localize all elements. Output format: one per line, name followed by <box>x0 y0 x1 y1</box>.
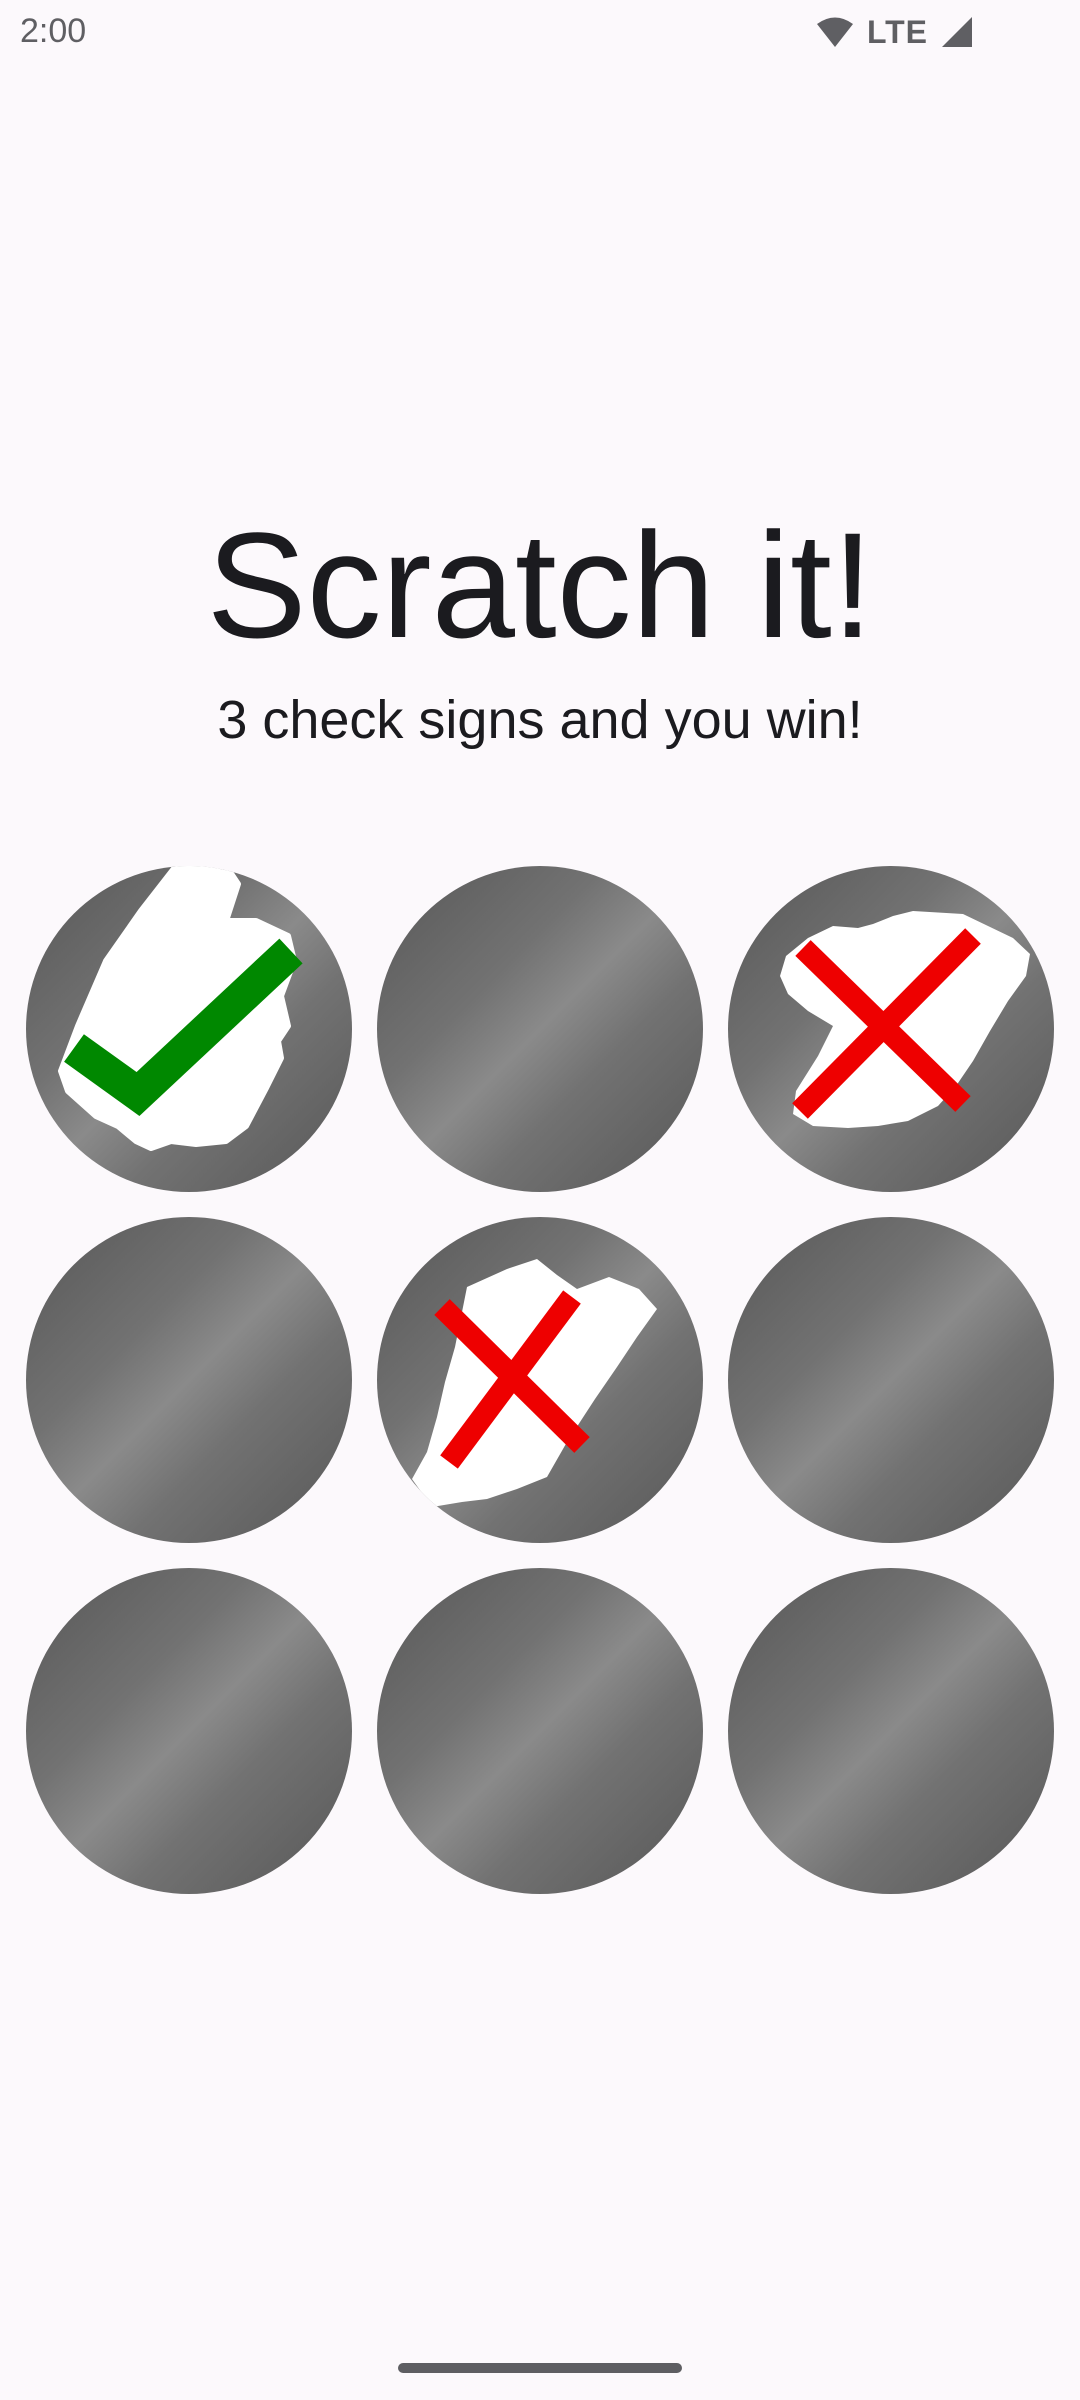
scratch-card-7[interactable] <box>26 1568 352 1894</box>
home-indicator[interactable] <box>398 2363 682 2373</box>
page-subtitle: 3 check signs and you win! <box>217 690 863 750</box>
scratch-reveal <box>780 911 1030 1128</box>
wifi-icon <box>816 17 853 47</box>
network-type-label: LTE <box>866 13 928 50</box>
cellular-signal-icon <box>942 17 972 47</box>
status-icons: LTE <box>815 10 974 54</box>
scratch-card-9[interactable] <box>728 1568 1054 1894</box>
scratch-reveal <box>58 866 303 1151</box>
scratch-card-1[interactable] <box>26 866 352 1192</box>
page-title: Scratch it! <box>206 501 874 669</box>
scratch-reveal <box>412 1259 657 1507</box>
scratch-card-6[interactable] <box>728 1217 1054 1543</box>
scratch-card-5[interactable] <box>377 1217 703 1543</box>
scratch-card-2[interactable] <box>377 866 703 1192</box>
scratch-card-3[interactable] <box>728 866 1054 1192</box>
scratch-grid <box>26 866 1054 1894</box>
scratch-card-4[interactable] <box>26 1217 352 1543</box>
scratch-card-8[interactable] <box>377 1568 703 1894</box>
status-time: 2:00 <box>20 12 87 50</box>
status-bar: 2:00 LTE <box>0 0 1080 64</box>
